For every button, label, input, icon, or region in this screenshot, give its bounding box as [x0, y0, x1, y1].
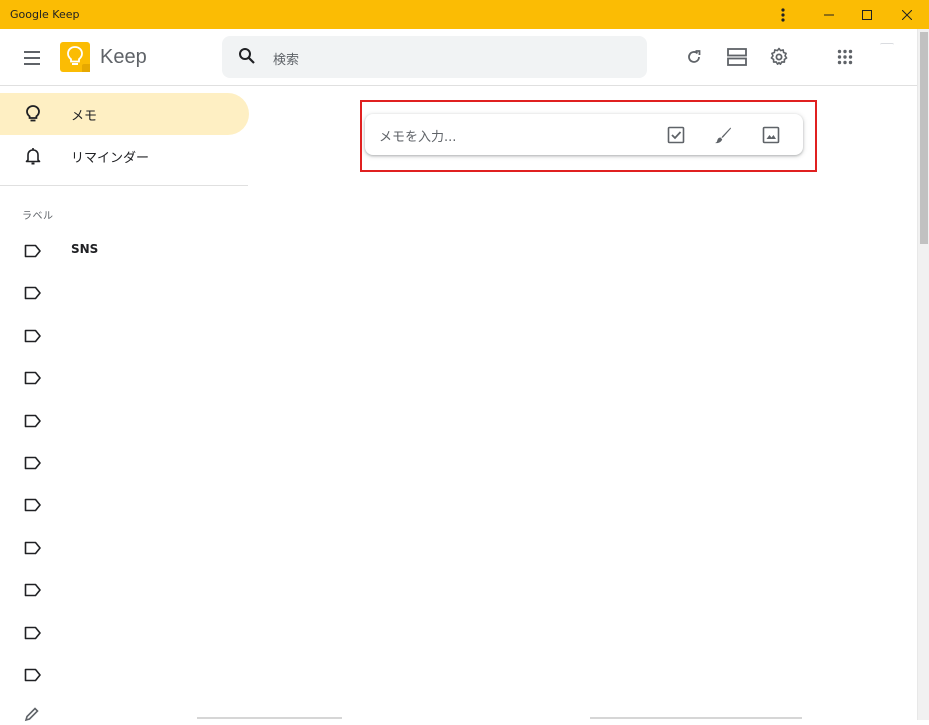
- window-titlebar: Google Keep: [0, 0, 929, 29]
- apps-grid-icon[interactable]: [829, 41, 861, 73]
- bottom-divider: [197, 717, 342, 719]
- sidebar: メモ リマインダー ラベル SNS: [0, 86, 250, 722]
- search-input[interactable]: 検索: [273, 49, 299, 68]
- sidebar-item-label-4[interactable]: [0, 356, 249, 398]
- sidebar-item-reminders[interactable]: リマインダー: [0, 135, 249, 177]
- scrollbar-thumb[interactable]: [920, 32, 928, 244]
- account-avatar[interactable]: [880, 43, 894, 45]
- label-tag-icon: [24, 582, 42, 601]
- label-tag-icon: [24, 667, 42, 686]
- sidebar-label-text: SNS: [71, 242, 99, 256]
- label-tag-icon: [24, 540, 42, 559]
- app-header: Keep 検索: [0, 29, 917, 86]
- vertical-scrollbar[interactable]: [917, 29, 929, 720]
- highlight-annotation: [360, 100, 817, 172]
- label-tag-icon: [24, 413, 42, 432]
- label-tag-icon: [24, 625, 42, 644]
- sidebar-item-label-9[interactable]: [0, 568, 249, 610]
- labels-section-heading: ラベル: [22, 211, 54, 222]
- sidebar-item-label-8[interactable]: [0, 526, 249, 568]
- sidebar-item-label: メモ: [71, 108, 98, 124]
- main-menu-button[interactable]: [18, 45, 46, 71]
- edit-labels-icon[interactable]: [24, 706, 40, 725]
- sidebar-item-label-2[interactable]: [0, 271, 249, 313]
- refresh-icon[interactable]: [678, 41, 710, 73]
- label-tag-icon: [24, 370, 42, 389]
- keep-logo-icon: [60, 42, 90, 72]
- sidebar-divider: [0, 185, 248, 186]
- sidebar-item-label-1[interactable]: SNS: [0, 229, 249, 271]
- search-icon[interactable]: [238, 47, 256, 69]
- sidebar-item-label-5[interactable]: [0, 399, 249, 441]
- window-title: Google Keep: [10, 8, 80, 21]
- label-tag-icon: [24, 285, 42, 304]
- label-tag-icon: [24, 243, 42, 262]
- bell-icon: [23, 146, 43, 166]
- settings-gear-icon[interactable]: [763, 41, 795, 73]
- more-options-icon[interactable]: [760, 0, 806, 29]
- label-tag-icon: [24, 455, 42, 474]
- sidebar-item-label-10[interactable]: [0, 611, 249, 653]
- sidebar-item-notes[interactable]: メモ: [0, 93, 249, 135]
- sidebar-item-label-11[interactable]: [0, 653, 249, 695]
- sidebar-item-label: リマインダー: [71, 150, 150, 166]
- sidebar-item-label-6[interactable]: [0, 441, 249, 483]
- sidebar-item-label-7[interactable]: [0, 483, 249, 525]
- label-tag-icon: [24, 328, 42, 347]
- app-name: Keep: [100, 46, 147, 68]
- list-view-icon[interactable]: [721, 41, 753, 73]
- search-bar[interactable]: 検索: [222, 36, 647, 78]
- label-tag-icon: [24, 497, 42, 516]
- bottom-divider: [590, 717, 802, 719]
- close-button[interactable]: [884, 0, 929, 29]
- lightbulb-icon: [23, 104, 43, 124]
- sidebar-item-label-3[interactable]: [0, 314, 249, 356]
